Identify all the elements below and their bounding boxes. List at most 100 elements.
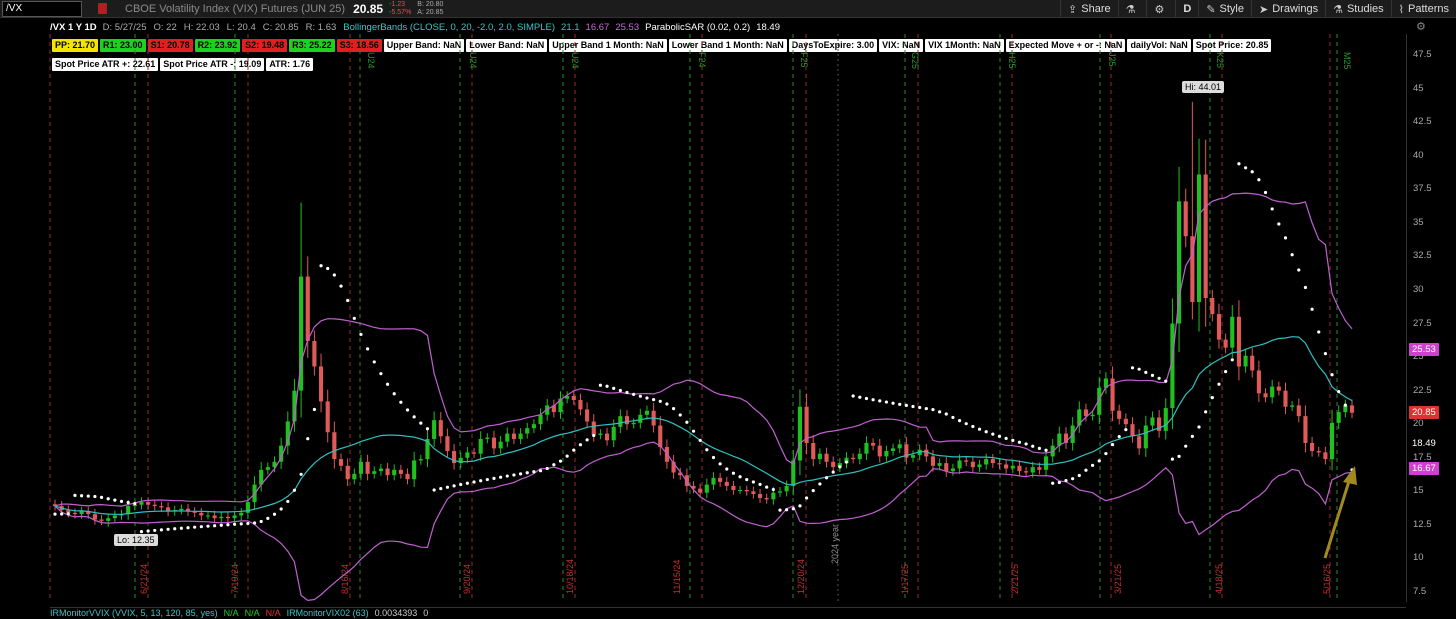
sar-dot [1170, 457, 1175, 461]
patterns-button[interactable]: ⌇ Patterns [1390, 0, 1456, 18]
share-button[interactable]: ⇪ Share [1060, 0, 1118, 18]
sar-dot [432, 488, 436, 492]
price-tick-label: 45 [1413, 82, 1424, 94]
candle-body [1143, 425, 1148, 449]
candle-body [711, 477, 716, 485]
sar-dot [1270, 207, 1274, 211]
price-tick-label: 27.5 [1413, 317, 1432, 329]
candle-body [950, 468, 955, 472]
symbol-input[interactable] [2, 0, 82, 17]
candle-body [72, 512, 78, 515]
candle-body [797, 406, 803, 461]
sar-dot [791, 507, 795, 511]
top-toolbar: CBOE Volatility Index (VIX) Futures (JUN… [0, 0, 1456, 18]
sar-dot [306, 437, 310, 441]
cursor-icon: ➤ [1259, 3, 1269, 16]
drawings-button[interactable]: ➤ Drawings [1251, 0, 1325, 18]
sar-dot [711, 455, 716, 460]
sar-dot [1317, 330, 1321, 334]
studies-button[interactable]: ⚗ Studies [1325, 0, 1391, 18]
sar-dot [1177, 454, 1181, 458]
sar-dot [73, 493, 77, 497]
chart-settings-icon[interactable]: ⚙ [1416, 20, 1426, 33]
contract-marker: U24 [366, 52, 376, 69]
candle-body [824, 453, 829, 462]
sar-dot [864, 396, 869, 401]
sar-dot [924, 406, 928, 411]
sar-dot [1091, 463, 1095, 467]
vvix-value-1: N/A [223, 608, 239, 618]
sar-dot [811, 489, 815, 493]
candle-body [398, 469, 403, 474]
candle-body [438, 420, 443, 437]
candle-body [591, 421, 596, 435]
sar-dot [698, 438, 702, 442]
sar-dot [798, 504, 802, 508]
date-label: 11/15/24 [672, 560, 682, 594]
sar-dot [997, 434, 1002, 438]
candle-body [864, 442, 869, 454]
sar-dot [1303, 285, 1308, 290]
period-button[interactable]: D [1175, 0, 1198, 18]
candle-body [465, 452, 470, 458]
sar-dot [232, 522, 237, 526]
candle-body [1024, 471, 1029, 473]
candle-body [738, 489, 743, 491]
candle-body [219, 516, 224, 519]
candle-body [704, 484, 709, 493]
sar-dot [512, 473, 516, 477]
sar-dot [332, 273, 336, 277]
sar-dot [1044, 448, 1048, 452]
sar-dot [858, 395, 862, 399]
flask-button[interactable]: ⚗ [1117, 0, 1147, 18]
candle-body [345, 465, 350, 480]
sar-dot [871, 398, 875, 402]
settings-button[interactable]: ⚙ [1146, 0, 1175, 18]
sar-dot [392, 392, 396, 396]
candle-body [511, 433, 517, 439]
sar-dot [226, 523, 230, 527]
sar-dot [1337, 389, 1341, 394]
sar-dot [179, 526, 183, 530]
ohlc-date: D: 5/27/25 [102, 21, 147, 33]
style-button[interactable]: ✎ Style [1198, 0, 1251, 18]
bb-lower-value: 16.67 [585, 21, 610, 33]
chart-symbol[interactable]: /VX 1 Y 1D [50, 22, 97, 33]
sar-dot [1310, 307, 1314, 311]
candle-body [358, 461, 364, 474]
sar-dot [272, 512, 277, 516]
sar-dot [645, 396, 649, 400]
price-chart[interactable]: U24 U24 U24 F24 F25 G25 H25 J25 K25 M25 6/21/24 7/1… [0, 34, 1406, 606]
sar-dot [518, 472, 523, 476]
candle-body [817, 453, 822, 460]
price-tick-label: 20 [1413, 418, 1424, 430]
candle-body [658, 425, 663, 448]
candle-body [378, 468, 383, 472]
sar-study-label[interactable]: ParabolicSAR (0.02, 0.2) [645, 22, 750, 33]
vvix-study-label[interactable]: IRMonitorVVIX (VVIX, 5, 13, 120, 85, yes… [50, 608, 218, 619]
bollinger-study-label[interactable]: BollingerBands (CLOSE, 0, 20, -2.0, 2.0,… [343, 22, 555, 33]
sar-dot [66, 512, 70, 516]
sar-dot [578, 443, 583, 447]
candle-body [312, 340, 317, 367]
sar-dot [1077, 473, 1081, 478]
price-axis[interactable]: 47.5 45 42.5 40 37.5 35 32.5 30 27.5 25 22.5 20 17.5… [1406, 34, 1456, 602]
sar-dot [312, 407, 316, 412]
studies-icon: ⚗ [1333, 3, 1343, 16]
flag-icon[interactable] [98, 3, 107, 14]
sar-dot [246, 521, 250, 526]
sar-dot [1051, 481, 1055, 485]
candle-body [531, 424, 536, 429]
sar-dot [878, 399, 882, 403]
candle-body [159, 506, 164, 508]
price-badge: 16.67 [1409, 461, 1439, 475]
vix02-study-label[interactable]: IRMonitorVIX02 (63) [287, 608, 369, 619]
price-change: -1.23 -5.57% [389, 0, 412, 16]
candle-body [638, 414, 643, 423]
sar-dot [1263, 190, 1268, 195]
ohlc-open: O: 22 [153, 21, 177, 33]
date-label: 2/21/25 [1010, 564, 1020, 594]
candle-body [92, 514, 97, 520]
sar-dot [678, 413, 682, 417]
sar-dot [439, 486, 443, 491]
